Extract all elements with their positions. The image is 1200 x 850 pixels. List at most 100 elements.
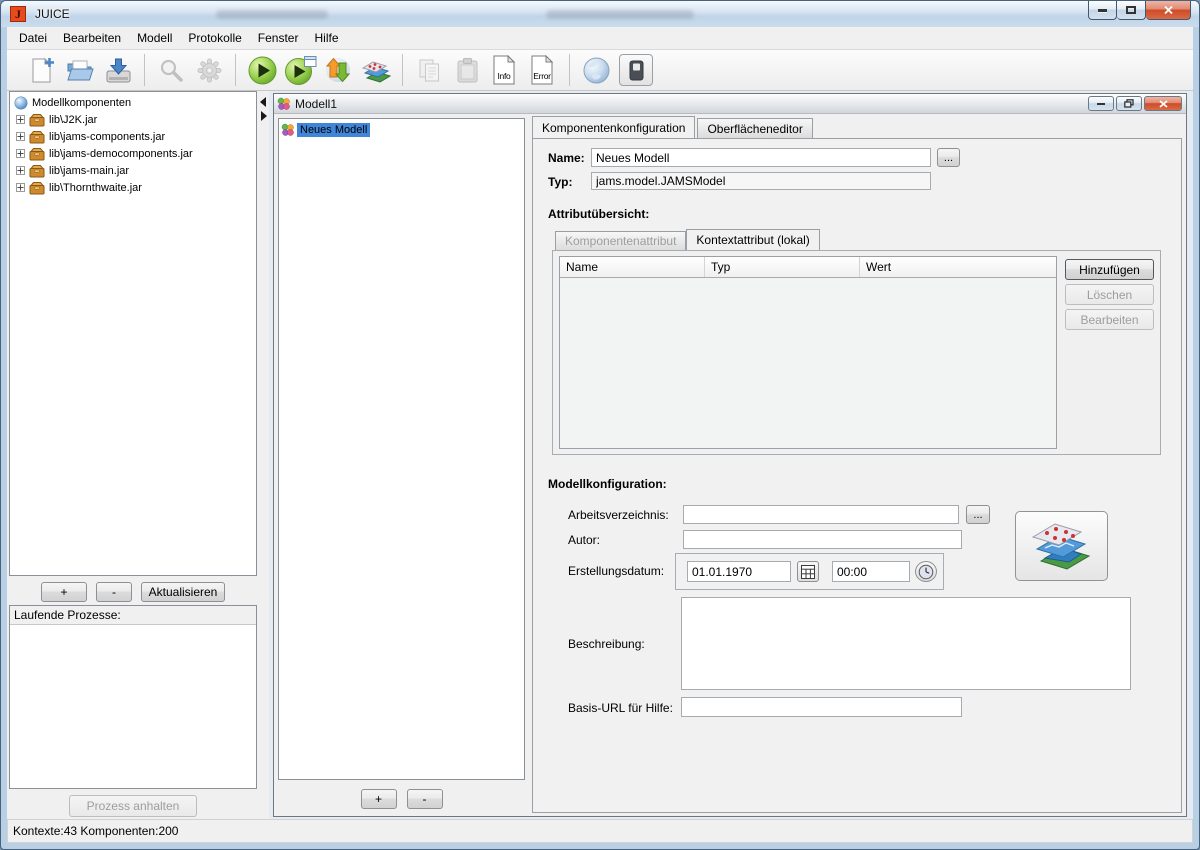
tree-item-label: lib\jams-main.jar xyxy=(49,165,129,177)
tree-item[interactable]: lib\Thornthwaite.jar xyxy=(10,179,256,196)
calendar-button[interactable] xyxy=(797,561,819,582)
tree-root-row[interactable]: Modellkomponenten xyxy=(10,94,256,111)
web-button[interactable] xyxy=(577,52,615,88)
refresh-button[interactable]: Aktualisieren xyxy=(141,582,225,602)
model-restore-button[interactable] xyxy=(1116,96,1142,111)
split-pane-divider[interactable] xyxy=(259,91,269,819)
error-log-button[interactable]: Error xyxy=(524,52,562,88)
tab-oberflaecheneditor[interactable]: Oberflächeneditor xyxy=(697,118,812,138)
model-remove-button[interactable]: - xyxy=(407,789,443,809)
model-root-node[interactable]: Neues Modell xyxy=(281,121,522,138)
collapse-left-icon[interactable] xyxy=(260,97,266,107)
attribute-tabs: Komponentenattribut Kontextattribut (lok… xyxy=(552,229,820,250)
maximize-button[interactable] xyxy=(1117,1,1146,20)
save-model-button[interactable] xyxy=(99,52,137,88)
date-field[interactable] xyxy=(687,561,791,582)
attribute-table[interactable]: Name Typ Wert xyxy=(559,256,1057,449)
menu-fenster[interactable]: Fenster xyxy=(250,28,307,48)
save-icon xyxy=(104,57,133,84)
description-textarea[interactable] xyxy=(681,597,1131,690)
name-browse-button[interactable]: ... xyxy=(937,148,960,167)
power-switch-icon xyxy=(629,60,644,81)
column-header-wert[interactable]: Wert xyxy=(860,257,1056,277)
expand-icon[interactable] xyxy=(16,115,25,124)
transfer-button[interactable] xyxy=(319,52,357,88)
column-header-typ[interactable]: Typ xyxy=(705,257,860,277)
menu-protokolle[interactable]: Protokolle xyxy=(180,28,249,48)
running-processes-panel: Laufende Prozesse: xyxy=(9,605,257,789)
model-tree-buttons: + - xyxy=(274,788,529,810)
help-url-field[interactable] xyxy=(681,697,962,717)
expand-icon[interactable] xyxy=(16,149,25,158)
expand-icon[interactable] xyxy=(16,166,25,175)
close-button[interactable] xyxy=(1146,1,1191,20)
edit-attribute-button[interactable]: Bearbeiten xyxy=(1065,309,1154,330)
component-panel: Modellkomponenten lib\J2K.jar lib\jams-c… xyxy=(7,91,259,819)
author-field[interactable] xyxy=(683,530,962,549)
tree-item[interactable]: lib\jams-democomponents.jar xyxy=(10,145,256,162)
search-button[interactable] xyxy=(152,52,190,88)
model-window-title: Modell1 xyxy=(295,97,337,111)
add-library-button[interactable]: + xyxy=(41,582,87,602)
jar-icon xyxy=(29,181,45,195)
juice-window: J JUICE Datei Bearbeiten Modell Protokol… xyxy=(0,0,1200,850)
tree-item[interactable]: lib\jams-components.jar xyxy=(10,128,256,145)
expand-icon[interactable] xyxy=(16,132,25,141)
gis-view-button[interactable] xyxy=(357,52,395,88)
jar-icon xyxy=(29,147,45,161)
gis-preview-button[interactable] xyxy=(1015,511,1108,581)
menu-hilfe[interactable]: Hilfe xyxy=(306,28,346,48)
title-bar[interactable]: J JUICE xyxy=(1,1,1199,27)
tab-komponentenkonfiguration[interactable]: Komponentenkonfiguration xyxy=(532,116,695,138)
name-field[interactable] xyxy=(591,148,931,167)
open-model-button[interactable] xyxy=(61,52,99,88)
settings-gear-icon xyxy=(196,57,223,84)
time-field[interactable] xyxy=(832,561,910,582)
process-list[interactable] xyxy=(10,625,256,788)
settings-button[interactable] xyxy=(190,52,228,88)
workdir-field[interactable] xyxy=(683,505,959,524)
component-tree[interactable]: Modellkomponenten lib\J2K.jar lib\jams-c… xyxy=(9,91,257,576)
attribute-table-header: Name Typ Wert xyxy=(560,257,1056,278)
expand-icon[interactable] xyxy=(16,183,25,192)
stop-process-button[interactable]: Prozess anhalten xyxy=(69,795,197,817)
model-window-titlebar[interactable]: Modell1 xyxy=(274,94,1186,114)
add-attribute-button[interactable]: Hinzufügen xyxy=(1065,259,1154,280)
paste-button[interactable] xyxy=(448,52,486,88)
model-close-button[interactable] xyxy=(1144,96,1182,111)
model-minimize-button[interactable] xyxy=(1088,96,1114,111)
new-model-button[interactable] xyxy=(23,52,61,88)
menu-datei[interactable]: Datei xyxy=(11,28,55,48)
delete-attribute-button[interactable]: Löschen xyxy=(1065,284,1154,305)
info-log-button[interactable]: Info xyxy=(486,52,524,88)
column-header-name[interactable]: Name xyxy=(560,257,705,277)
app-icon: J xyxy=(10,6,26,22)
workdir-browse-button[interactable]: ... xyxy=(966,505,990,524)
minimize-icon xyxy=(1098,9,1107,12)
remove-library-button[interactable]: - xyxy=(96,582,132,602)
copy-button[interactable] xyxy=(410,52,448,88)
run-model-window-icon xyxy=(284,55,317,86)
menu-bearbeiten[interactable]: Bearbeiten xyxy=(55,28,129,48)
typ-field[interactable] xyxy=(591,172,931,190)
menu-modell[interactable]: Modell xyxy=(129,28,180,48)
model-tree[interactable]: Neues Modell xyxy=(278,118,525,780)
tab-komponentenattribut[interactable]: Komponentenattribut xyxy=(555,231,686,250)
toolbar-separator xyxy=(569,54,570,86)
tree-item[interactable]: lib\jams-main.jar xyxy=(10,162,256,179)
workdir-label: Arbeitsverzeichnis: xyxy=(568,508,669,522)
power-switch-button[interactable] xyxy=(619,54,653,86)
tree-item[interactable]: lib\J2K.jar xyxy=(10,111,256,128)
minimize-icon xyxy=(1097,103,1105,105)
clock-button[interactable] xyxy=(915,561,937,582)
collapse-right-icon[interactable] xyxy=(261,111,267,121)
run-model-window-button[interactable] xyxy=(281,52,319,88)
tab-kontextattribut[interactable]: Kontextattribut (lokal) xyxy=(686,229,819,250)
minimize-button[interactable] xyxy=(1088,1,1117,20)
model-add-button[interactable]: + xyxy=(361,789,397,809)
tree-item-label: lib\jams-democomponents.jar xyxy=(49,148,193,160)
error-log-icon: Error xyxy=(530,55,556,85)
run-model-button[interactable] xyxy=(243,52,281,88)
open-folder-icon xyxy=(66,58,95,83)
sphere-icon xyxy=(14,96,28,110)
